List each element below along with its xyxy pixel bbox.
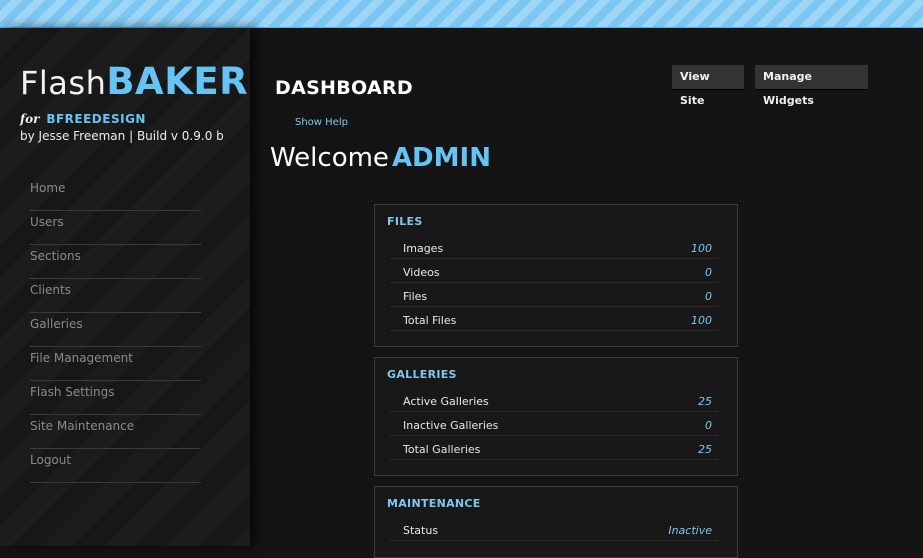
sidebar-item-clients[interactable]: Clients <box>30 280 201 313</box>
table-row: Total Files 100 <box>391 307 718 331</box>
maintenance-panel: MAINTENANCE Status Inactive <box>374 486 738 558</box>
top-banner-stripe <box>0 0 923 28</box>
sidebar-item-file-management[interactable]: File Management <box>30 348 201 381</box>
welcome-text: Welcome <box>270 143 389 173</box>
sidebar-item-label: Logout <box>30 453 72 467</box>
sidebar-item-label: Flash Settings <box>30 385 115 399</box>
row-label: Images <box>403 242 444 255</box>
row-value: 25 <box>698 395 712 408</box>
sidebar-nav: Home Users Sections Clients Galleries Fi… <box>30 178 201 484</box>
sidebar-item-flash-settings[interactable]: Flash Settings <box>30 382 201 415</box>
sidebar-item-label: Clients <box>30 283 71 297</box>
sidebar-item-home[interactable]: Home <box>30 178 201 211</box>
welcome-username: ADMIN <box>391 143 491 173</box>
manage-widgets-button[interactable]: Manage Widgets <box>755 65 868 107</box>
show-help-link[interactable]: Show Help <box>295 117 348 128</box>
sidebar-item-label: Galleries <box>30 317 83 331</box>
sidebar-item-galleries[interactable]: Galleries <box>30 314 201 347</box>
sidebar-item-sections[interactable]: Sections <box>30 246 201 279</box>
sidebar-item-label: File Management <box>30 351 133 365</box>
row-label: Total Files <box>403 314 457 327</box>
sidebar-item-logout[interactable]: Logout <box>30 450 201 483</box>
table-row: Videos 0 <box>391 259 718 283</box>
build-info: by Jesse Freeman | Build v 0.9.0 b <box>20 129 224 143</box>
table-row: Active Galleries 25 <box>391 388 718 412</box>
table-row: Files 0 <box>391 283 718 307</box>
sidebar-item-users[interactable]: Users <box>30 212 201 245</box>
row-value: 100 <box>691 314 712 327</box>
panel-title: FILES <box>387 215 423 228</box>
table-row: Total Galleries 25 <box>391 436 718 460</box>
row-label: Status <box>403 524 439 537</box>
sidebar-item-site-maintenance[interactable]: Site Maintenance <box>30 416 201 449</box>
sidebar-item-label: Users <box>30 215 64 229</box>
sidebar: FlashBAKER for BFREEDESIGN by Jesse Free… <box>0 28 250 546</box>
view-site-button[interactable]: View Site <box>672 65 744 107</box>
row-value: Inactive <box>668 524 712 537</box>
table-row: Inactive Galleries 0 <box>391 412 718 436</box>
files-panel: FILES Images 100 Videos 0 Files 0 Total … <box>374 204 738 347</box>
for-label: for <box>20 112 40 126</box>
logo-baker-text: BAKER <box>106 60 249 103</box>
galleries-panel: GALLERIES Active Galleries 25 Inactive G… <box>374 357 738 476</box>
logo-flash-text: Flash <box>20 64 107 102</box>
row-value: 0 <box>705 419 712 432</box>
panel-title: GALLERIES <box>387 368 457 381</box>
row-value: 100 <box>691 242 712 255</box>
panel-title: MAINTENANCE <box>387 497 481 510</box>
client-name: BFREEDESIGN <box>46 112 146 126</box>
row-label: Total Galleries <box>403 443 481 456</box>
row-label: Videos <box>403 266 440 279</box>
app-logo: FlashBAKER <box>20 60 248 103</box>
sidebar-item-label: Home <box>30 181 66 195</box>
row-label: Active Galleries <box>403 395 489 408</box>
row-label: Inactive Galleries <box>403 419 499 432</box>
row-value: 0 <box>705 290 712 303</box>
welcome-heading: Welcome ADMIN <box>270 143 491 173</box>
table-row: Status Inactive <box>391 517 718 541</box>
sidebar-item-label: Site Maintenance <box>30 419 135 433</box>
page-title: DASHBOARD <box>275 77 413 99</box>
sidebar-item-label: Sections <box>30 249 81 263</box>
row-value: 0 <box>705 266 712 279</box>
table-row: Images 100 <box>391 235 718 259</box>
client-line: for BFREEDESIGN <box>20 112 146 126</box>
row-value: 25 <box>698 443 712 456</box>
row-label: Files <box>403 290 428 303</box>
